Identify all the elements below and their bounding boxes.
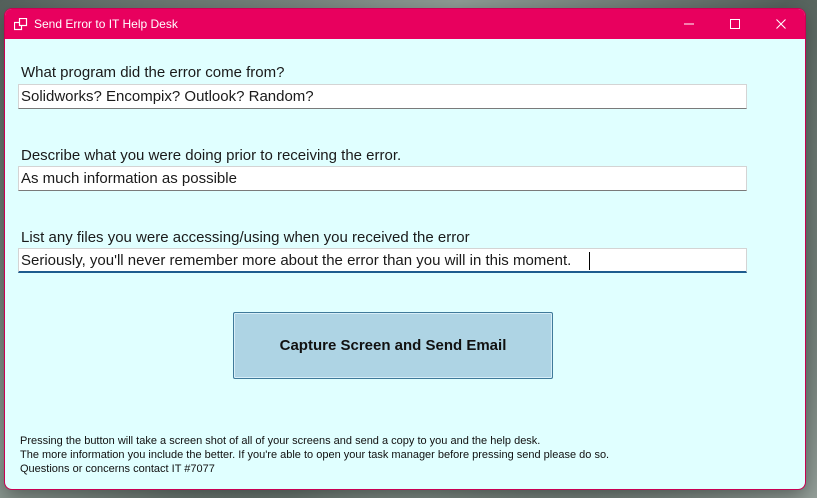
note-line-3: Questions or concerns contact IT #7077 (20, 463, 215, 475)
window-app-icon (13, 17, 28, 31)
prior-activity-field[interactable] (18, 166, 747, 191)
maximize-icon (730, 19, 740, 29)
capture-send-button[interactable]: Capture Screen and Send Email (233, 312, 553, 379)
note-line-1: Pressing the button will take a screen s… (20, 435, 541, 447)
minimize-icon (684, 23, 694, 25)
form-area: What program did the error come from? De… (5, 39, 805, 489)
prior-activity-input[interactable] (19, 167, 746, 190)
close-icon (776, 19, 786, 29)
program-input[interactable] (19, 85, 746, 108)
program-field[interactable] (18, 84, 747, 109)
maximize-button[interactable] (712, 9, 758, 39)
minimize-button[interactable] (666, 9, 712, 39)
close-button[interactable] (758, 9, 804, 39)
app-window: Send Error to IT Help Desk What program … (5, 9, 805, 489)
program-question-label: What program did the error come from? (21, 64, 285, 81)
files-accessed-label: List any files you were accessing/using … (21, 229, 470, 246)
note-line-2: The more information you include the bet… (20, 449, 610, 461)
files-accessed-input[interactable] (19, 249, 746, 271)
title-bar[interactable]: Send Error to IT Help Desk (5, 9, 805, 39)
prior-activity-label: Describe what you were doing prior to re… (21, 147, 402, 164)
window-title: Send Error to IT Help Desk (34, 17, 178, 31)
text-caret (589, 252, 590, 270)
files-accessed-field[interactable] (18, 248, 747, 273)
